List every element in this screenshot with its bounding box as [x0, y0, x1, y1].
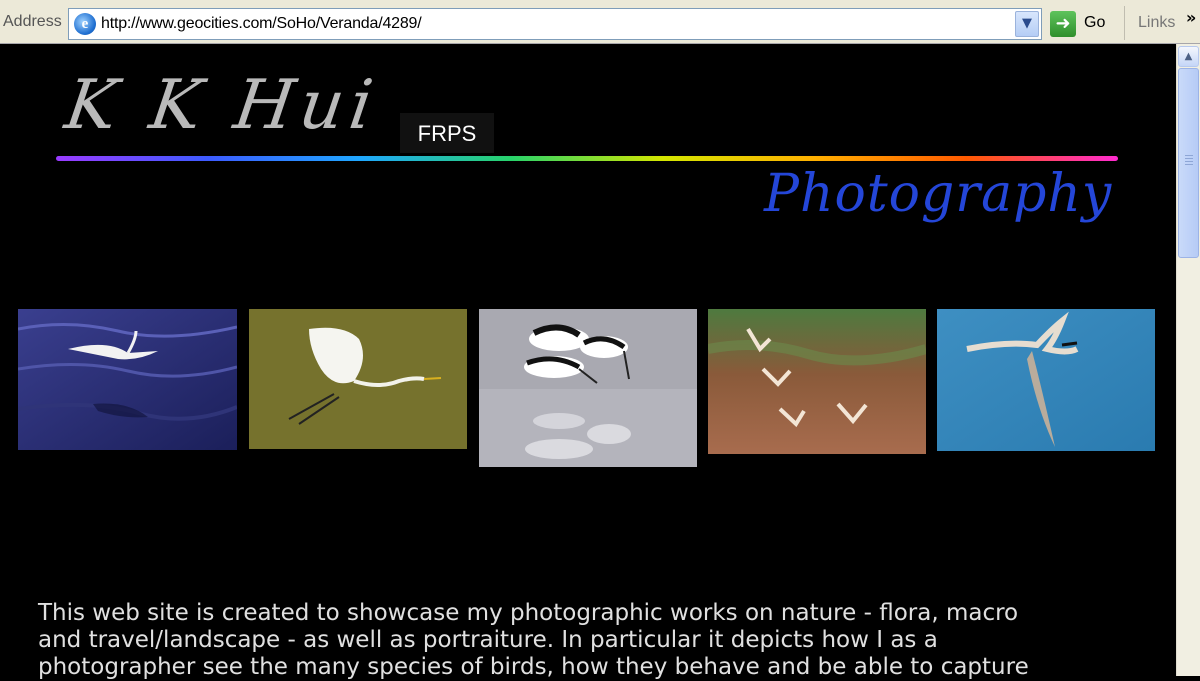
- go-button[interactable]: Go: [1084, 14, 1105, 32]
- address-field[interactable]: e http://www.geocities.com/SoHo/Veranda/…: [68, 8, 1042, 40]
- toolbar-separator: [1124, 6, 1125, 40]
- intro-paragraph: This web site is created to showcase my …: [38, 600, 1148, 681]
- photo-egret-water[interactable]: [18, 309, 237, 450]
- photo-avocets[interactable]: [479, 309, 697, 467]
- site-title: K K Hui: [60, 66, 384, 145]
- go-arrow-icon[interactable]: ➜: [1050, 11, 1076, 37]
- address-url[interactable]: http://www.geocities.com/SoHo/Veranda/42…: [101, 15, 422, 33]
- photo-birds-reeds[interactable]: [708, 309, 926, 454]
- site-subtitle: Photography: [764, 164, 1113, 224]
- photo-tern-flight[interactable]: [937, 309, 1155, 451]
- chevron-more-icon[interactable]: »: [1186, 8, 1196, 27]
- intro-line: and travel/landscape - as well as portra…: [38, 627, 938, 653]
- links-button[interactable]: Links: [1138, 14, 1175, 32]
- address-bar: Address e http://www.geocities.com/SoHo/…: [0, 0, 1200, 44]
- vertical-scrollbar[interactable]: ▲: [1176, 44, 1200, 676]
- scroll-up-icon[interactable]: ▲: [1178, 46, 1199, 67]
- scroll-thumb[interactable]: [1178, 68, 1199, 258]
- address-label: Address: [3, 13, 62, 30]
- rainbow-divider: [56, 156, 1118, 161]
- photo-egret-flight[interactable]: [249, 309, 467, 449]
- credential-badge: FRPS: [400, 113, 494, 153]
- chevron-down-icon[interactable]: ▼: [1015, 11, 1039, 37]
- intro-line: This web site is created to showcase my …: [38, 600, 1019, 626]
- intro-line: photographer see the many species of bir…: [38, 654, 1029, 680]
- ie-page-icon: e: [74, 13, 96, 35]
